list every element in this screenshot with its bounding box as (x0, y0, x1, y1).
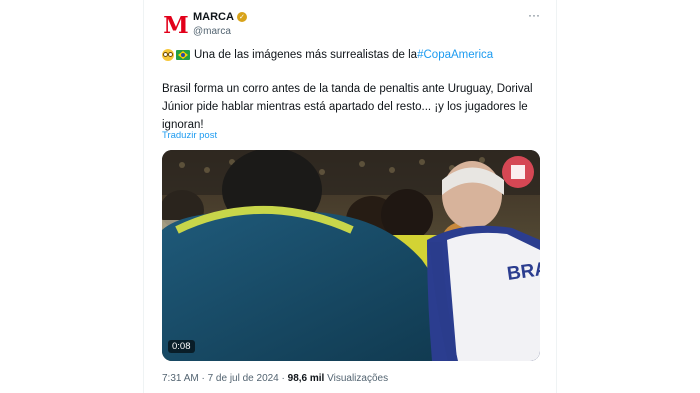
account-name-row[interactable]: MARCA ✓ (193, 11, 247, 23)
account-name[interactable]: MARCA (193, 11, 234, 23)
tweet-headline: Una de las imágenes más surrealistas de … (162, 49, 493, 61)
account-handle[interactable]: @marca (193, 26, 231, 37)
avatar-logo: M (163, 11, 189, 39)
video-frame: BRA (162, 150, 540, 361)
avatar[interactable]: M (163, 11, 189, 39)
hashtag-link[interactable]: #CopaAmerica (417, 49, 493, 61)
flushed-face-emoji (162, 49, 174, 61)
video-duration: 0:08 (168, 340, 195, 353)
views-label: Visualizações (324, 373, 389, 384)
translate-link[interactable]: Traduzir post (162, 130, 217, 141)
views-count: 98,6 mil (287, 373, 325, 384)
tweet-body: Brasil forma un corro antes de la tanda … (162, 83, 533, 131)
more-options-icon[interactable]: ··· (526, 9, 542, 24)
headline-text: Una de las imágenes más surrealistas de … (194, 49, 418, 61)
brazil-flag-emoji (176, 50, 190, 60)
video-player[interactable]: BRA (162, 150, 540, 361)
timestamp[interactable]: 7:31 AM · 7 de jul de 2024 · (162, 373, 288, 384)
tweet-meta: 7:31 AM · 7 de jul de 2024 · 98,6 mil Vi… (162, 373, 388, 384)
verified-badge-icon: ✓ (236, 12, 247, 22)
